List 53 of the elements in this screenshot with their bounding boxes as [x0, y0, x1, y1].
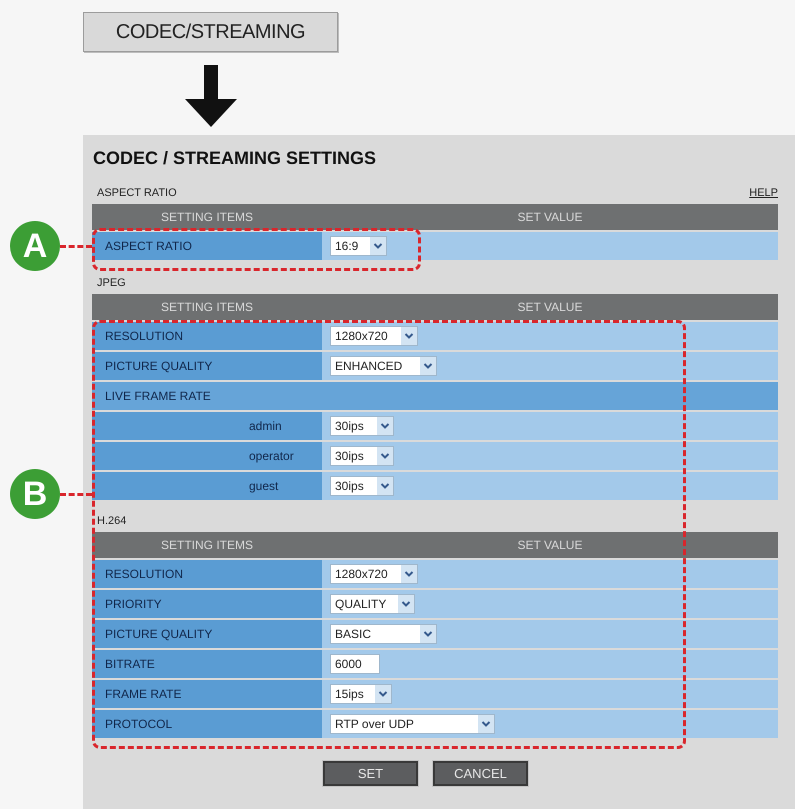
dropdown[interactable]: 16:9 — [330, 236, 387, 256]
setting-label-cell: RESOLUTION — [92, 322, 322, 350]
chevron-down-icon — [401, 327, 417, 345]
setting-label-cell: guest — [92, 472, 322, 500]
chevron-down-icon — [377, 477, 393, 495]
column-header: SETTING ITEMS — [160, 299, 254, 316]
help-link[interactable]: HELP — [749, 186, 778, 200]
down-arrow-icon — [185, 65, 237, 127]
callout-badge: A — [10, 221, 60, 271]
setting-label-cell: ASPECT RATIO — [92, 232, 322, 260]
column-header: SET VALUE — [518, 299, 582, 316]
chevron-down-icon — [375, 685, 391, 703]
column-header: SETTING ITEMS — [160, 209, 254, 226]
menu-button[interactable]: CODEC/STREAMING — [83, 12, 338, 52]
column-header: SET VALUE — [518, 537, 582, 554]
section-title: ASPECT RATIO — [96, 186, 177, 200]
setting-label-cell: operator — [92, 442, 322, 470]
chevron-down-icon — [401, 565, 417, 583]
dropdown[interactable]: ENHANCED — [330, 356, 437, 376]
chevron-down-icon — [420, 357, 436, 375]
chevron-down-icon — [377, 417, 393, 435]
chevron-down-icon — [370, 237, 386, 255]
dropdown[interactable]: QUALITY — [330, 594, 415, 614]
dropdown[interactable]: 1280x720 — [330, 326, 418, 346]
dropdown[interactable]: 30ips — [330, 416, 394, 436]
setting-label-cell: RESOLUTION — [92, 560, 322, 588]
column-header: SETTING ITEMS — [160, 537, 254, 554]
dropdown[interactable]: BASIC — [330, 624, 437, 644]
panel-title: CODEC / STREAMING SETTINGS — [92, 147, 376, 169]
section-title: JPEG — [96, 276, 126, 290]
dropdown[interactable]: 15ips — [330, 684, 392, 704]
setting-label-cell: PICTURE QUALITY — [92, 352, 322, 380]
chevron-down-icon — [377, 447, 393, 465]
set-button[interactable]: SET — [323, 761, 418, 786]
section-title: H.264 — [96, 514, 126, 528]
dropdown[interactable]: 30ips — [330, 476, 394, 496]
dropdown[interactable]: 30ips — [330, 446, 394, 466]
dropdown[interactable]: RTP over UDP — [330, 714, 495, 734]
setting-label-cell: BITRATE — [92, 650, 322, 678]
dropdown[interactable]: 1280x720 — [330, 564, 418, 584]
cancel-button[interactable]: CANCEL — [433, 761, 528, 786]
setting-label-cell: PROTOCOL — [92, 710, 322, 738]
text-field[interactable]: 6000 — [330, 654, 380, 674]
setting-label-cell: PRIORITY — [92, 590, 322, 618]
group-header-cell: LIVE FRAME RATE — [92, 382, 778, 410]
column-header: SET VALUE — [518, 209, 582, 226]
callout-badge: B — [10, 469, 60, 519]
setting-label-cell: FRAME RATE — [92, 680, 322, 708]
chevron-down-icon — [398, 595, 414, 613]
setting-label-cell: PICTURE QUALITY — [92, 620, 322, 648]
setting-label-cell: admin — [92, 412, 322, 440]
chevron-down-icon — [478, 715, 494, 733]
chevron-down-icon — [420, 625, 436, 643]
